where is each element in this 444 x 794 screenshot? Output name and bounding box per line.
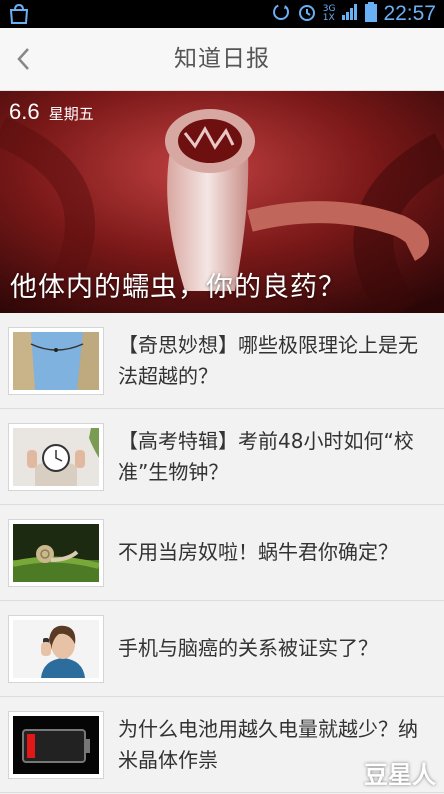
list-item[interactable]: 【高考特辑】考前48小时如何“校准”生物钟？ [0,409,444,505]
hero-title: 他体内的蠕虫，你的良药？ [10,272,346,303]
status-bar: 3G 1X 22:57 [0,0,444,28]
hero-date-number: 6.6 [9,99,40,124]
signal-icon [341,3,359,25]
sync-icon [271,2,291,26]
list-item[interactable]: 不用当房奴啦！蜗牛君你确定？ [0,505,444,601]
hero-weekday: 星期五 [48,105,94,123]
article-title: 【奇思妙想】哪些极限理论上是无法超越的？ [118,332,418,388]
clock-image [13,428,99,486]
hero-banner[interactable]: 6.6 星期五 他体内的蠕虫，你的良药？ [0,91,444,313]
article-title: 不用当房奴啦！蜗牛君你确定？ [118,540,398,564]
snail-image [13,524,99,582]
battery-icon [365,2,378,26]
title-bar: 知道日报 [0,28,444,91]
article-title: 手机与脑癌的关系被证实了？ [118,636,378,660]
clock: 22:57 [383,2,436,25]
article-thumbnail [8,615,104,683]
rope-cliffs-image [13,332,99,390]
article-thumbnail [8,327,104,395]
alarm-icon [297,2,317,26]
hero-date: 6.6 星期五 [9,99,94,125]
list-item[interactable]: 手机与脑癌的关系被证实了？ [0,601,444,697]
article-list: 【奇思妙想】哪些极限理论上是无法超越的？ 【高考特辑】考前48小时如何“校准”生… [0,313,444,793]
article-title: 【高考特辑】考前48小时如何“校准”生物钟？ [118,428,414,484]
page-title: 知道日报 [174,46,270,72]
watermark: 豆星人 [364,761,436,789]
battery-image [13,716,99,774]
list-item[interactable]: 【奇思妙想】哪些极限理论上是无法超越的？ [0,313,444,409]
network-indicator: 3G 1X [322,4,336,23]
woman-phone-image [13,620,99,678]
article-thumbnail [8,519,104,587]
article-thumbnail [8,423,104,491]
store-icon [8,3,30,24]
article-thumbnail [8,711,104,779]
